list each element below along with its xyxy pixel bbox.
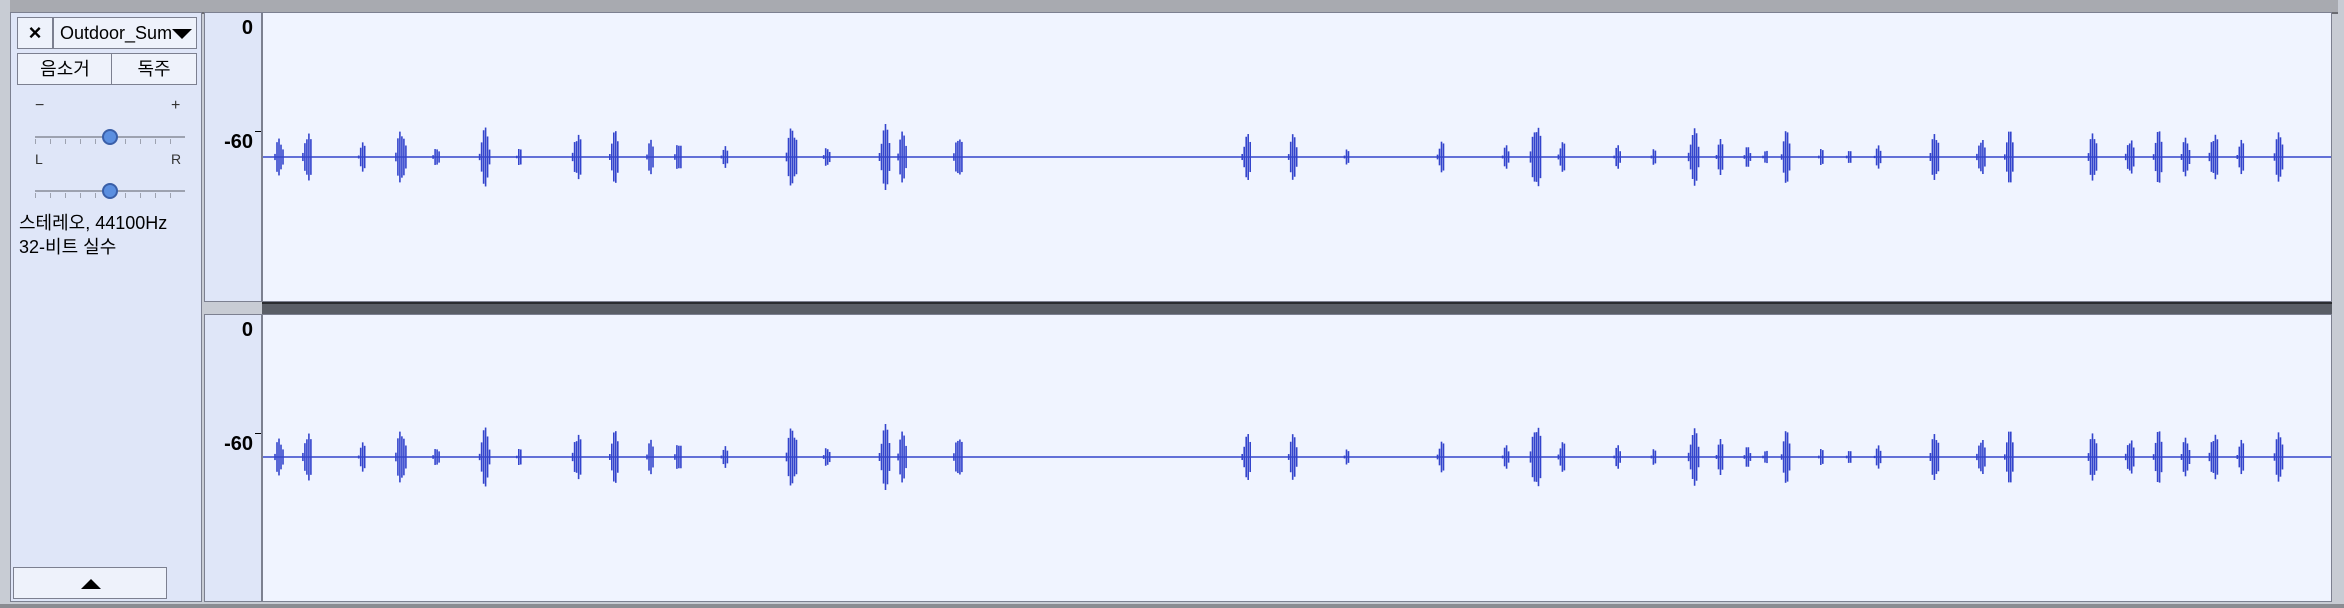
gain-minus-label: − bbox=[35, 97, 45, 114]
waveform-burst bbox=[608, 131, 619, 183]
pan-left-label: L bbox=[35, 151, 43, 167]
waveform-burst bbox=[274, 438, 284, 476]
mute-button[interactable]: 음소거 bbox=[17, 53, 113, 85]
waveform-burst bbox=[953, 139, 963, 175]
solo-button[interactable]: 독주 bbox=[111, 53, 197, 85]
ruler-tick bbox=[255, 131, 261, 132]
waveform-burst bbox=[516, 148, 522, 166]
waveform-burst bbox=[897, 431, 907, 483]
waveform-burst bbox=[1650, 449, 1657, 465]
channel-separator[interactable] bbox=[262, 302, 2332, 314]
collapse-track-button[interactable] bbox=[13, 567, 167, 599]
track-name-label: Outdoor_Sum bbox=[60, 23, 173, 43]
pan-right-label: R bbox=[171, 151, 182, 167]
ruler-mid-label: -60 bbox=[224, 131, 253, 153]
window-right-border bbox=[2338, 0, 2344, 608]
gain-plus-label: + bbox=[171, 97, 181, 114]
track-name-menu[interactable]: Outdoor_Sum bbox=[53, 17, 197, 49]
waveform-burst bbox=[953, 439, 963, 475]
waveform-burst bbox=[1762, 150, 1768, 164]
waveform-channel-2[interactable] bbox=[262, 314, 2332, 602]
ruler-top-label: 0 bbox=[241, 17, 253, 39]
collapse-up-icon bbox=[81, 579, 101, 589]
waveform-burst bbox=[608, 431, 619, 483]
waveform-burst bbox=[1343, 149, 1350, 165]
amplitude-ruler-channel-2: 0 -60 bbox=[204, 314, 262, 602]
gain-slider[interactable] bbox=[35, 127, 185, 147]
waveform-burst bbox=[516, 448, 522, 466]
ruler-top-label: 0 bbox=[241, 319, 253, 341]
waveform-burst bbox=[1343, 449, 1350, 465]
window-left-border bbox=[0, 0, 10, 608]
waveform-channel-1[interactable] bbox=[262, 12, 2332, 302]
window-bottom-border bbox=[0, 604, 2344, 608]
waveform-burst bbox=[1818, 149, 1824, 165]
waveform-burst bbox=[897, 131, 907, 183]
waveform-burst bbox=[1650, 149, 1657, 165]
waveform-burst bbox=[302, 433, 312, 481]
pan-slider[interactable] bbox=[35, 181, 185, 201]
waveform-burst bbox=[1845, 151, 1852, 163]
waveform-burst bbox=[1845, 451, 1852, 463]
gain-slider-thumb[interactable] bbox=[102, 129, 118, 145]
track-control-panel: × Outdoor_Sum 음소거 독주 − + L R 스테레오, 44100… bbox=[10, 12, 202, 602]
ruler-tick bbox=[255, 433, 261, 434]
amplitude-ruler-channel-1: 0 -60 bbox=[204, 12, 262, 302]
dropdown-arrow-icon bbox=[172, 29, 192, 39]
track-format-line2: 32-비트 실수 bbox=[19, 237, 117, 257]
ruler-mid-label: -60 bbox=[224, 433, 253, 455]
waveform-burst bbox=[302, 133, 312, 181]
waveform-burst bbox=[1818, 449, 1824, 465]
waveform-burst bbox=[274, 138, 284, 176]
waveform-channel-1-svg bbox=[263, 124, 2331, 190]
track-format-info: 스테레오, 44100Hz 32-비트 실수 bbox=[19, 211, 167, 259]
waveform-burst bbox=[1762, 450, 1768, 464]
pan-slider-thumb[interactable] bbox=[102, 183, 118, 199]
track-format-line1: 스테레오, 44100Hz bbox=[19, 213, 168, 233]
track-close-button[interactable]: × bbox=[17, 17, 53, 49]
waveform-channel-2-svg bbox=[263, 424, 2331, 490]
